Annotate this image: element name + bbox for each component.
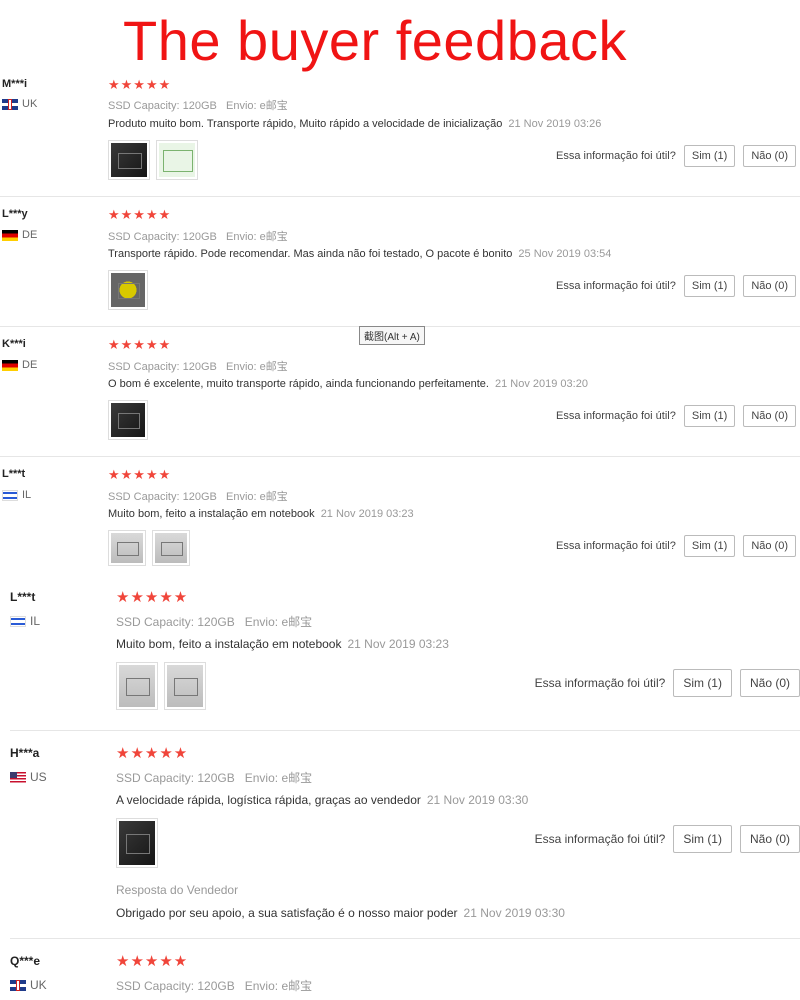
capacity-value: 120GB — [197, 979, 235, 993]
country-code: UK — [30, 978, 47, 992]
shipping-label: Envio: — [244, 979, 279, 993]
reviewer-name: Q***e — [10, 954, 41, 968]
shipping-value: e邮宝 — [281, 979, 313, 993]
product-attributes: SSD Capacity: 120GB Envio: e邮宝 — [116, 977, 312, 994]
reviewer-country: UK — [10, 978, 47, 992]
uk-flag-icon — [10, 979, 26, 991]
rating-stars: ★★★★★ — [116, 953, 189, 970]
review-card: Q***e UK ★★★★★ SSD Capacity: 120GB Envio… — [0, 0, 800, 1000]
capacity-label: SSD Capacity: — [116, 979, 195, 993]
